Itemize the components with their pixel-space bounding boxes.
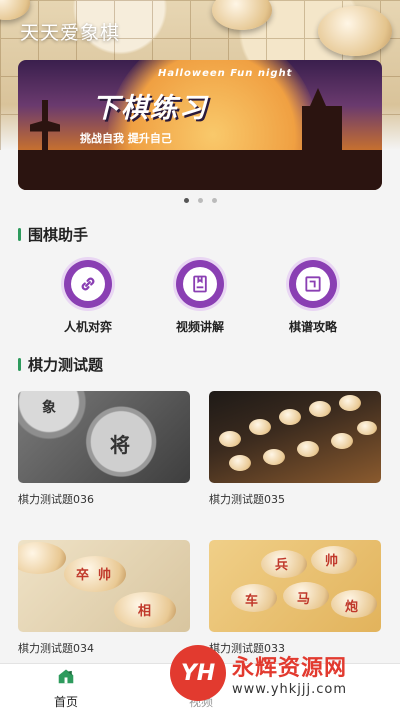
test-card-image: 兵 帅 炮 车 马	[209, 540, 381, 632]
tool-label: 人机对弈	[63, 320, 112, 334]
chess-piece-decoration	[318, 6, 392, 56]
test-card-caption: 棋力测试题035	[209, 493, 285, 506]
watermark: YH 永辉资源网 www.yhkjjj.com	[170, 643, 392, 703]
tool-icon-badge	[64, 260, 112, 308]
tool-grid: 人机对弈 视频讲解 棋谱攻略	[0, 260, 400, 340]
piece-label: 帅	[98, 568, 112, 583]
tab-label: 首页	[53, 695, 78, 709]
tool-icon-badge	[176, 260, 224, 308]
test-card[interactable]: 棋力测试题035	[209, 391, 381, 507]
banner-title: 下棋练习	[92, 93, 208, 124]
banner-subtitle: 挑战自我 提升自己	[80, 132, 172, 145]
tool-item-video[interactable]: 视频讲解	[150, 260, 250, 335]
piece-label: 车	[245, 594, 259, 609]
test-card-image: 象 将	[18, 391, 190, 483]
section-title: 围棋助手	[28, 226, 89, 244]
test-card[interactable]: 兵 帅 炮 车 马 棋力测试题033	[209, 540, 381, 656]
piece-label: 马	[297, 592, 311, 607]
carousel-dot[interactable]	[211, 198, 217, 203]
piece-label: 卒	[76, 568, 90, 583]
section-title: 棋力测试题	[28, 356, 104, 374]
test-card-image: 卒 帅 相	[18, 540, 190, 632]
section-header-assistant: 围棋助手	[18, 224, 88, 245]
section-accent-bar	[18, 228, 21, 241]
bookmark-icon	[193, 275, 207, 293]
home-icon	[58, 669, 74, 684]
watermark-logo: YH	[170, 645, 226, 701]
section-header-tests: 棋力测试题	[18, 354, 103, 375]
watermark-url: www.yhkjjj.com	[232, 681, 348, 697]
piece-label: 相	[138, 604, 152, 619]
piece-label: 象	[42, 400, 56, 416]
test-card[interactable]: 卒 帅 相 棋力测试题034	[18, 540, 190, 656]
tool-item-ai-match[interactable]: 人机对弈	[38, 260, 138, 335]
tool-label: 视频讲解	[175, 320, 224, 334]
tab-home[interactable]: 首页	[31, 668, 101, 710]
ground-graphic	[18, 150, 382, 190]
carousel-dot[interactable]	[197, 198, 203, 203]
tool-item-strategy[interactable]: 棋谱攻略	[263, 260, 363, 335]
tool-icon-badge	[289, 260, 337, 308]
piece-label: 兵	[275, 558, 289, 573]
piece-label: 炮	[345, 600, 359, 615]
test-card[interactable]: 象 将 棋力测试题036	[18, 391, 190, 507]
tool-label: 棋谱攻略	[288, 320, 337, 334]
test-card-image	[209, 391, 381, 483]
test-card-caption: 棋力测试题034	[18, 642, 94, 655]
app-title: 天天爱象棋	[20, 22, 121, 44]
promo-banner[interactable]: Halloween Fun night 下棋练习 挑战自我 提升自己	[18, 60, 382, 190]
castle-graphic	[302, 88, 342, 156]
test-card-caption: 棋力测试题036	[18, 493, 94, 506]
frame-icon	[305, 276, 321, 292]
piece-label: 将	[110, 433, 130, 457]
carousel-indicator	[0, 198, 400, 203]
link-icon	[81, 277, 95, 291]
section-accent-bar	[18, 358, 21, 371]
banner-tagline: Halloween Fun night	[158, 68, 293, 79]
watermark-name: 永辉资源网	[232, 655, 348, 681]
piece-label: 帅	[325, 554, 339, 569]
carousel-dot[interactable]	[183, 198, 189, 203]
